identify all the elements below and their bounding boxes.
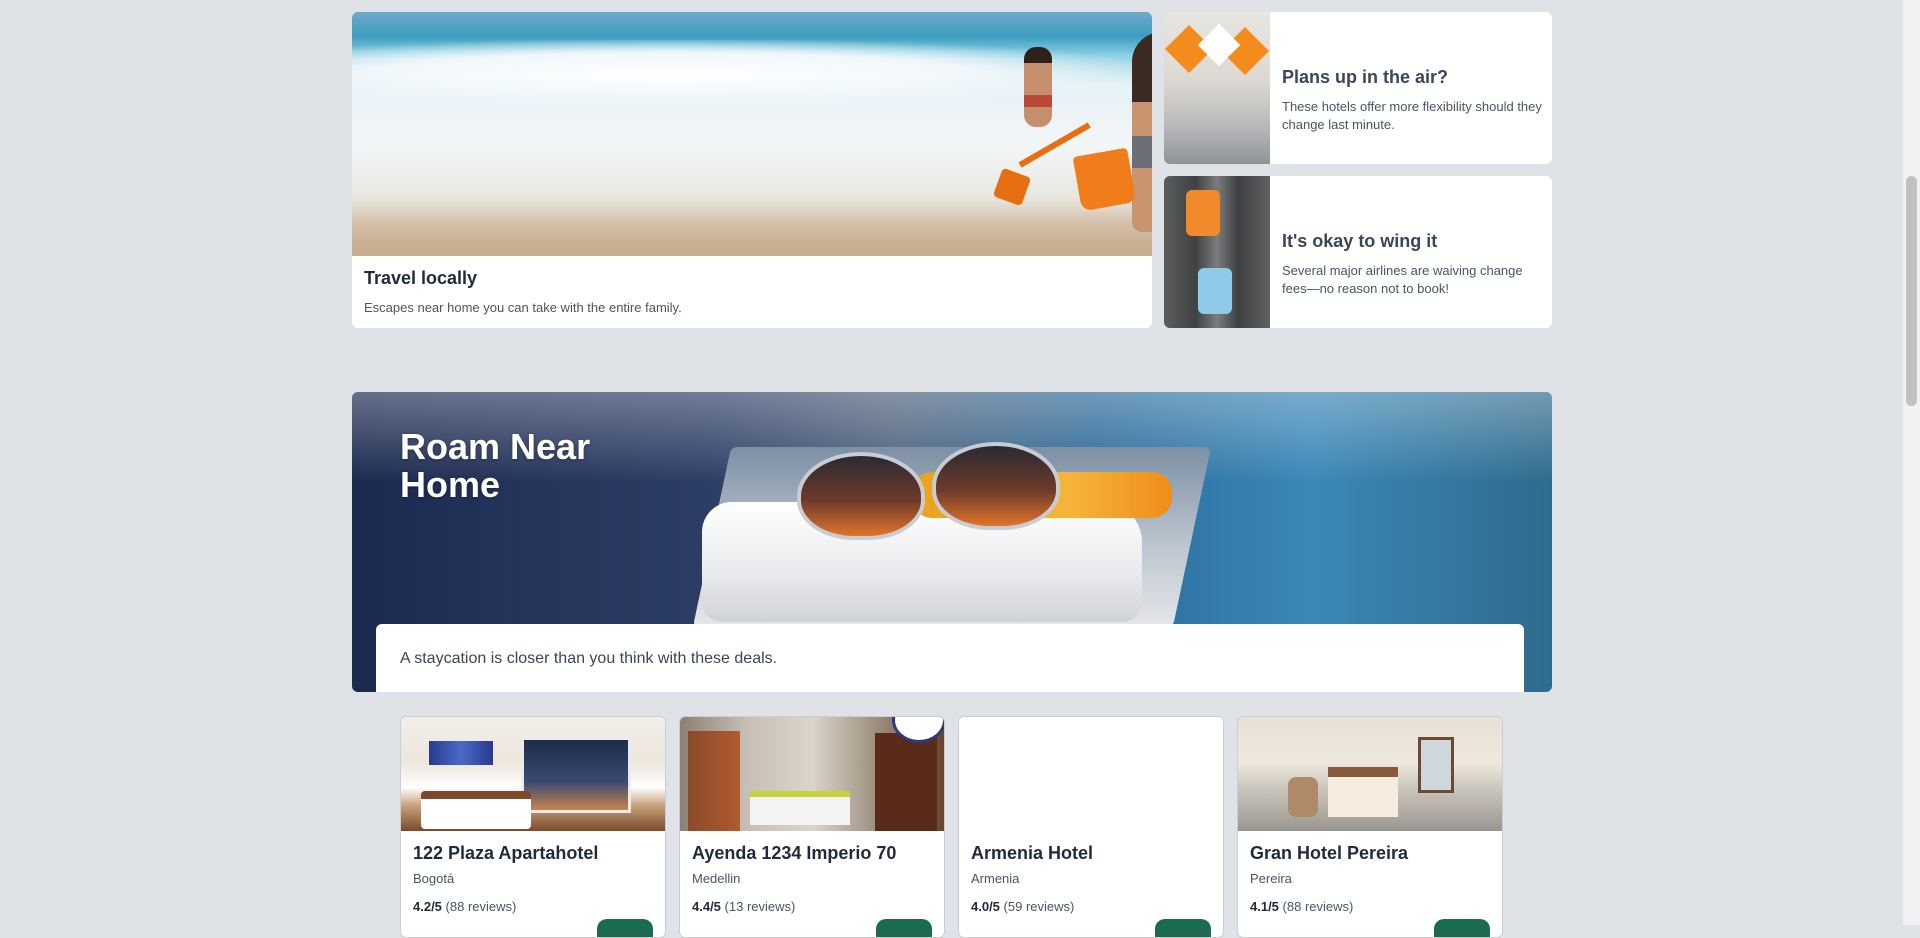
hotel-name: 122 Plaza Apartahotel bbox=[413, 843, 599, 863]
hotel-deal-button[interactable] bbox=[597, 919, 653, 937]
plans-up-in-the-air-title: Plans up in the air? bbox=[1282, 67, 1449, 87]
hotel-image bbox=[680, 717, 944, 831]
hotel-image bbox=[959, 717, 1223, 831]
hotel-rating-score: 4.4/5 bbox=[692, 899, 721, 914]
hotel-rating: 4.4/5 (13 reviews) bbox=[692, 899, 795, 914]
hotel-rating: 4.0/5 (59 reviews) bbox=[971, 899, 1074, 914]
hotel-rating-score: 4.2/5 bbox=[413, 899, 442, 914]
hotel-review-count: (88 reviews) bbox=[1282, 899, 1354, 914]
hotel-name: Armenia Hotel bbox=[971, 843, 1094, 863]
hotel-image bbox=[401, 717, 665, 831]
hotel-bed-pillows-image bbox=[1164, 12, 1270, 164]
hotel-city: Bogotá bbox=[413, 871, 455, 886]
luggage-carousel-image bbox=[1164, 176, 1270, 328]
hotel-city: Pereira bbox=[1250, 871, 1292, 886]
okay-to-wing-it-subtitle: Several major airlines are waiving chang… bbox=[1282, 263, 1523, 296]
hotel-name: Gran Hotel Pereira bbox=[1250, 843, 1409, 863]
hotel-city: Armenia bbox=[971, 871, 1020, 886]
hotel-review-count: (88 reviews) bbox=[445, 899, 517, 914]
hotel-deal-button[interactable] bbox=[1155, 919, 1211, 937]
hotel-rating-score: 4.0/5 bbox=[971, 899, 1000, 914]
hotel-card[interactable]: 122 Plaza Apartahotel Bogotá 4.2/5 (88 r… bbox=[400, 716, 666, 938]
hotel-card[interactable]: Armenia Hotel Armenia 4.0/5 (59 reviews) bbox=[958, 716, 1224, 938]
hotel-review-count: (13 reviews) bbox=[724, 899, 796, 914]
banner-description-box: A staycation is closer than you think wi… bbox=[376, 624, 1524, 692]
pool-towel-sunglasses-image bbox=[702, 502, 1142, 622]
plans-up-in-the-air-card[interactable]: Plans up in the air? These hotels offer … bbox=[1164, 12, 1552, 164]
roam-near-home-banner[interactable]: Roam Near Home A staycation is closer th… bbox=[352, 392, 1552, 692]
okay-to-wing-it-card[interactable]: It's okay to wing it Several major airli… bbox=[1164, 176, 1552, 328]
hotel-image bbox=[1238, 717, 1502, 831]
hotel-deal-button[interactable] bbox=[876, 919, 932, 937]
travel-locally-title: Travel locally bbox=[364, 268, 478, 288]
hotel-rating-score: 4.1/5 bbox=[1250, 899, 1279, 914]
hotel-name: Ayenda 1234 Imperio 70 bbox=[692, 843, 897, 863]
hotel-card[interactable]: Gran Hotel Pereira Pereira 4.1/5 (88 rev… bbox=[1237, 716, 1503, 938]
travel-locally-card[interactable]: Travel locally Escapes near home you can… bbox=[352, 12, 1152, 328]
plans-up-in-the-air-subtitle: These hotels offer more flexibility shou… bbox=[1282, 99, 1542, 132]
hotel-rating: 4.2/5 (88 reviews) bbox=[413, 899, 516, 914]
hotel-review-count: (59 reviews) bbox=[1003, 899, 1075, 914]
travel-locally-subtitle: Escapes near home you can take with the … bbox=[364, 300, 682, 315]
hotel-deal-button[interactable] bbox=[1434, 919, 1490, 937]
hotel-card[interactable]: Ayenda 1234 Imperio 70 Medellin 4.4/5 (1… bbox=[679, 716, 945, 938]
hotel-rating: 4.1/5 (88 reviews) bbox=[1250, 899, 1353, 914]
banner-title: Roam Near Home bbox=[400, 426, 591, 505]
beach-family-image bbox=[352, 12, 1152, 256]
scrollbar-thumb[interactable] bbox=[1906, 176, 1917, 406]
hotel-city: Medellin bbox=[692, 871, 741, 886]
page-scrollbar[interactable] bbox=[1903, 0, 1920, 925]
banner-description: A staycation is closer than you think wi… bbox=[400, 650, 778, 667]
okay-to-wing-it-title: It's okay to wing it bbox=[1282, 231, 1438, 251]
